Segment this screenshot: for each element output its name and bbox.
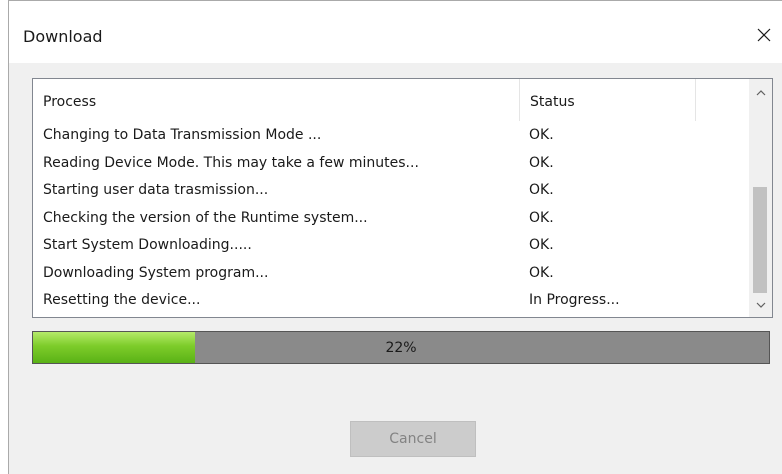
list-item[interactable]: Changing to Data Transmission Mode ... OK…: [33, 121, 738, 149]
vertical-scrollbar[interactable]: [749, 79, 772, 317]
download-dialog: Download Process Status Changing to Data…: [8, 0, 782, 474]
status-cell: OK.: [529, 182, 554, 198]
status-cell: OK.: [529, 264, 554, 281]
column-header-status[interactable]: Status: [520, 79, 696, 121]
list-item[interactable]: Starting user data trasmission... OK.: [33, 176, 738, 204]
list-item[interactable]: Resetting the device... In Progress...: [33, 286, 738, 314]
list-rows: Changing to Data Transmission Mode ... OK…: [33, 121, 738, 314]
progress-bar: 22%: [32, 331, 770, 364]
list-header: Process Status: [33, 79, 738, 121]
status-cell: OK.: [529, 209, 554, 226]
process-cell: Start System Downloading.....: [43, 237, 252, 253]
cancel-button[interactable]: Cancel: [350, 421, 476, 457]
list-item[interactable]: Downloading System program... OK.: [33, 259, 738, 287]
list-item[interactable]: Start System Downloading..... OK.: [33, 231, 738, 259]
scroll-thumb[interactable]: [753, 187, 767, 293]
process-list[interactable]: Process Status Changing to Data Transmis…: [32, 78, 773, 318]
column-header-label: Status: [530, 94, 575, 110]
process-cell: Reading Device Mode. This may take a few…: [43, 154, 419, 171]
list-item[interactable]: Reading Device Mode. This may take a few…: [33, 149, 738, 177]
close-button[interactable]: [750, 21, 778, 49]
scroll-down-button[interactable]: [749, 295, 772, 315]
dialog-title: Download: [23, 27, 103, 46]
status-cell: OK.: [529, 237, 554, 253]
process-cell: Starting user data trasmission...: [43, 182, 269, 198]
progress-label: 22%: [385, 339, 417, 356]
column-header-process[interactable]: Process: [33, 79, 520, 121]
title-bar: Download: [9, 1, 782, 63]
process-cell: Checking the version of the Runtime syst…: [43, 209, 368, 226]
column-header-label: Process: [43, 94, 97, 110]
process-cell: Downloading System program...: [43, 264, 269, 281]
status-cell: OK.: [529, 154, 554, 171]
scroll-up-button[interactable]: [749, 83, 772, 103]
status-cell: In Progress...: [529, 292, 620, 308]
chevron-down-icon: [756, 302, 765, 308]
process-cell: Changing to Data Transmission Mode ...: [43, 127, 322, 143]
list-item[interactable]: Checking the version of the Runtime syst…: [33, 204, 738, 232]
process-cell: Resetting the device...: [43, 292, 201, 308]
chevron-up-icon: [756, 90, 765, 96]
close-icon: [757, 28, 771, 42]
status-cell: OK.: [529, 127, 554, 143]
